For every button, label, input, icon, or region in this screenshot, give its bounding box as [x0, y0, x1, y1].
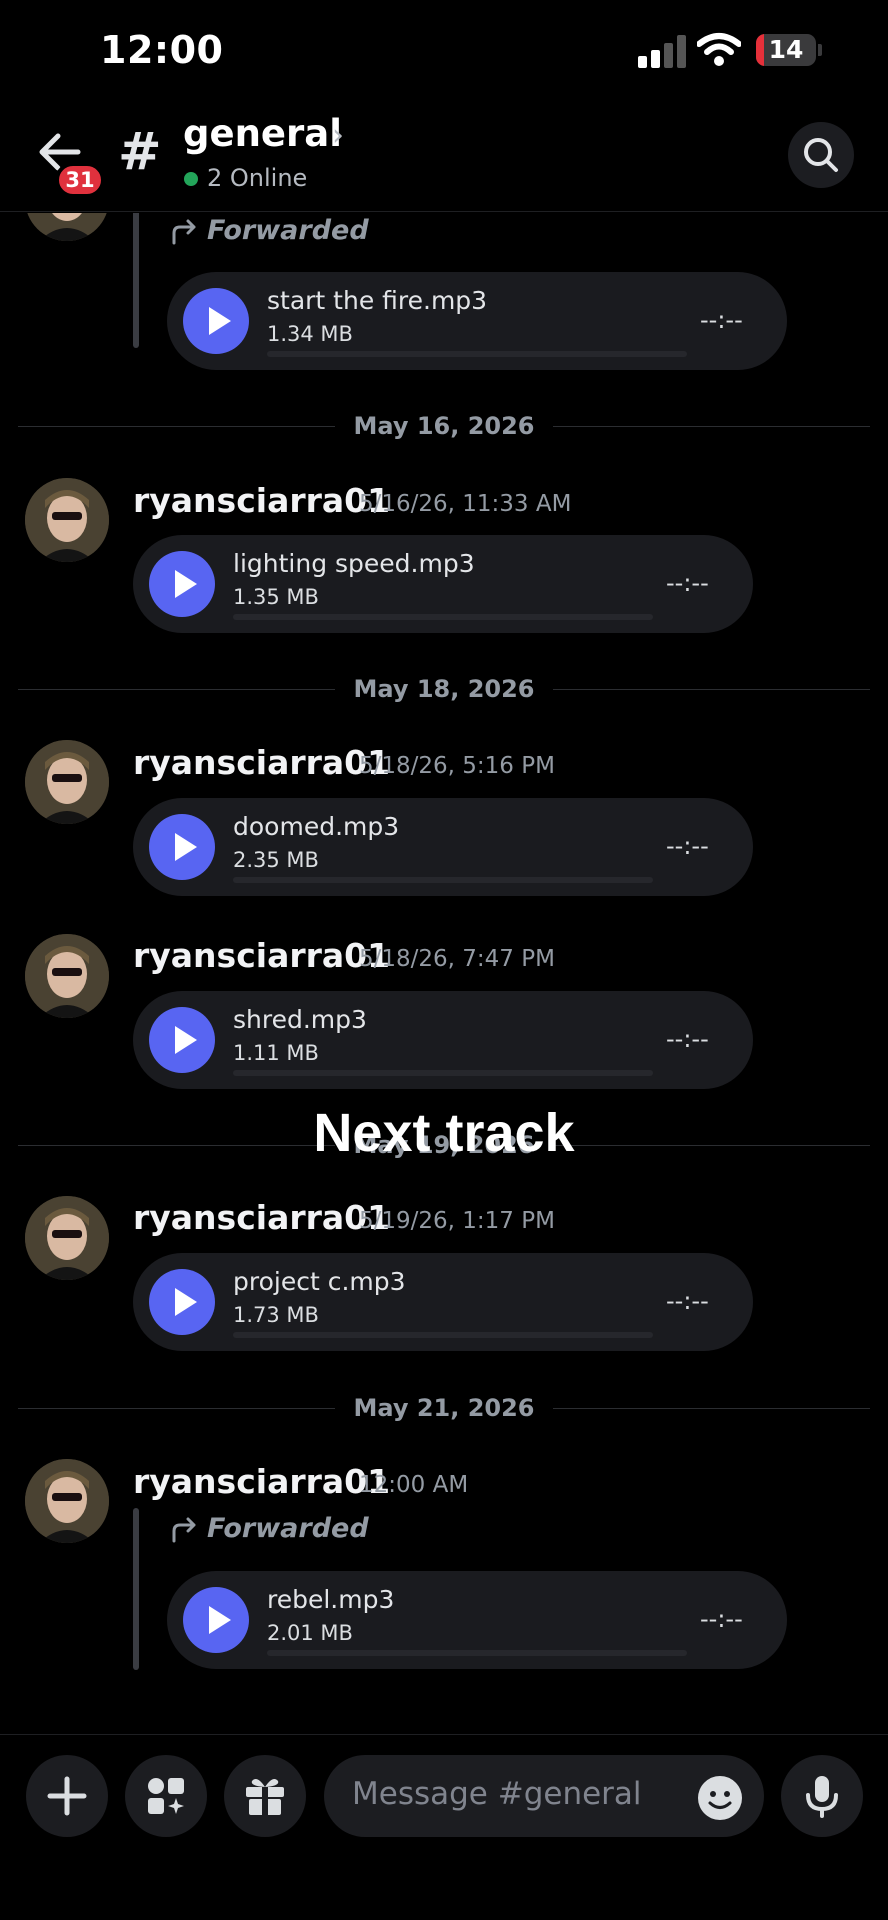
audio-progress-track[interactable] — [233, 1070, 653, 1076]
audio-progress-track[interactable] — [233, 614, 653, 620]
channel-header: 31 # general › 2 Online — [0, 100, 888, 212]
forward-arrow-icon — [172, 1517, 196, 1543]
status-bar: 12:00 14 — [0, 0, 888, 100]
audio-duration: --:-- — [666, 1025, 709, 1053]
file-size: 1.34 MB — [267, 322, 353, 346]
message-timestamp: 12:00 AM — [359, 1472, 469, 1498]
audio-progress-track[interactable] — [233, 877, 653, 883]
unread-badge: 31 — [55, 162, 105, 198]
audio-attachment[interactable]: lighting speed.mp3 1.35 MB --:-- — [133, 535, 753, 633]
status-time: 12:00 — [100, 28, 224, 72]
avatar[interactable] — [25, 1459, 109, 1543]
message-list[interactable]: Forwarded start the fire.mp3 1.34 MB --:… — [0, 213, 888, 1733]
username[interactable]: ryansciarra01 — [133, 481, 390, 520]
apps-button[interactable] — [125, 1755, 207, 1837]
avatar[interactable] — [25, 213, 109, 241]
file-name: start the fire.mp3 — [267, 286, 488, 315]
composer-bar: Message #general — [0, 1734, 888, 1920]
battery-percent: 14 — [768, 35, 804, 64]
emoji-icon[interactable] — [698, 1776, 742, 1820]
file-size: 2.35 MB — [233, 848, 319, 872]
video-caption-overlay: Next track — [313, 1103, 575, 1163]
file-size: 2.01 MB — [267, 1621, 353, 1645]
channel-name[interactable]: general — [183, 112, 342, 155]
avatar[interactable] — [25, 740, 109, 824]
avatar[interactable] — [25, 478, 109, 562]
search-button[interactable] — [788, 122, 854, 188]
apps-icon — [148, 1778, 184, 1814]
chevron-right-icon[interactable]: › — [332, 118, 344, 153]
forwarded-label: Forwarded — [207, 1513, 369, 1544]
message-timestamp: 5/18/26, 7:47 PM — [359, 946, 555, 972]
voice-message-button[interactable] — [781, 1755, 863, 1837]
message-timestamp: 5/19/26, 1:17 PM — [359, 1208, 555, 1234]
microphone-icon — [806, 1776, 838, 1818]
username[interactable]: ryansciarra01 — [133, 936, 390, 975]
play-icon[interactable] — [149, 551, 215, 617]
audio-duration: --:-- — [666, 569, 709, 597]
forward-arrow-icon — [172, 219, 196, 245]
forward-bar — [133, 213, 139, 348]
plus-icon — [47, 1776, 87, 1816]
play-icon[interactable] — [149, 814, 215, 880]
play-icon[interactable] — [183, 288, 249, 354]
play-icon[interactable] — [149, 1007, 215, 1073]
audio-attachment[interactable]: project c.mp3 1.73 MB --:-- — [133, 1253, 753, 1351]
audio-progress-track[interactable] — [267, 1650, 687, 1656]
gift-icon — [246, 1779, 284, 1815]
message-input-placeholder: Message #general — [352, 1776, 642, 1812]
message-timestamp: 5/16/26, 11:33 AM — [359, 491, 572, 517]
forwarded-label: Forwarded — [207, 215, 369, 246]
username[interactable]: ryansciarra01 — [133, 1462, 390, 1501]
file-name: rebel.mp3 — [267, 1585, 395, 1614]
date-divider-label: May 18, 2026 — [0, 675, 888, 703]
file-size: 1.73 MB — [233, 1303, 319, 1327]
audio-duration: --:-- — [666, 832, 709, 860]
forward-bar — [133, 1508, 139, 1670]
channel-hash-icon: # — [118, 122, 162, 182]
file-size: 1.11 MB — [233, 1041, 319, 1065]
message-timestamp: 5/18/26, 5:16 PM — [359, 753, 555, 779]
audio-duration: --:-- — [700, 1605, 743, 1633]
battery-tip — [818, 44, 822, 56]
file-size: 1.35 MB — [233, 585, 319, 609]
date-divider-label: May 16, 2026 — [0, 412, 888, 440]
file-name: shred.mp3 — [233, 1005, 367, 1034]
username[interactable]: ryansciarra01 — [133, 743, 390, 782]
message-input[interactable]: Message #general — [324, 1755, 764, 1837]
wifi-icon — [697, 33, 741, 66]
battery-icon: 14 — [756, 34, 816, 66]
file-name: project c.mp3 — [233, 1267, 406, 1296]
cellular-signal-icon — [638, 34, 686, 68]
audio-attachment[interactable]: shred.mp3 1.11 MB --:-- — [133, 991, 753, 1089]
audio-duration: --:-- — [666, 1287, 709, 1315]
audio-duration: --:-- — [700, 306, 743, 334]
audio-attachment[interactable]: start the fire.mp3 1.34 MB --:-- — [167, 272, 787, 370]
online-count: 2 Online — [207, 164, 308, 192]
audio-attachment[interactable]: doomed.mp3 2.35 MB --:-- — [133, 798, 753, 896]
audio-attachment[interactable]: rebel.mp3 2.01 MB --:-- — [167, 1571, 787, 1669]
play-icon[interactable] — [149, 1269, 215, 1335]
play-icon[interactable] — [183, 1587, 249, 1653]
audio-progress-track[interactable] — [267, 351, 687, 357]
online-status-dot — [184, 172, 198, 186]
add-attachment-button[interactable] — [26, 1755, 108, 1837]
file-name: doomed.mp3 — [233, 812, 400, 841]
search-icon — [804, 138, 838, 172]
date-divider-label: May 21, 2026 — [0, 1394, 888, 1422]
avatar[interactable] — [25, 1196, 109, 1280]
audio-progress-track[interactable] — [233, 1332, 653, 1338]
gift-button[interactable] — [224, 1755, 306, 1837]
username[interactable]: ryansciarra01 — [133, 1198, 390, 1237]
avatar[interactable] — [25, 934, 109, 1018]
file-name: lighting speed.mp3 — [233, 549, 475, 578]
